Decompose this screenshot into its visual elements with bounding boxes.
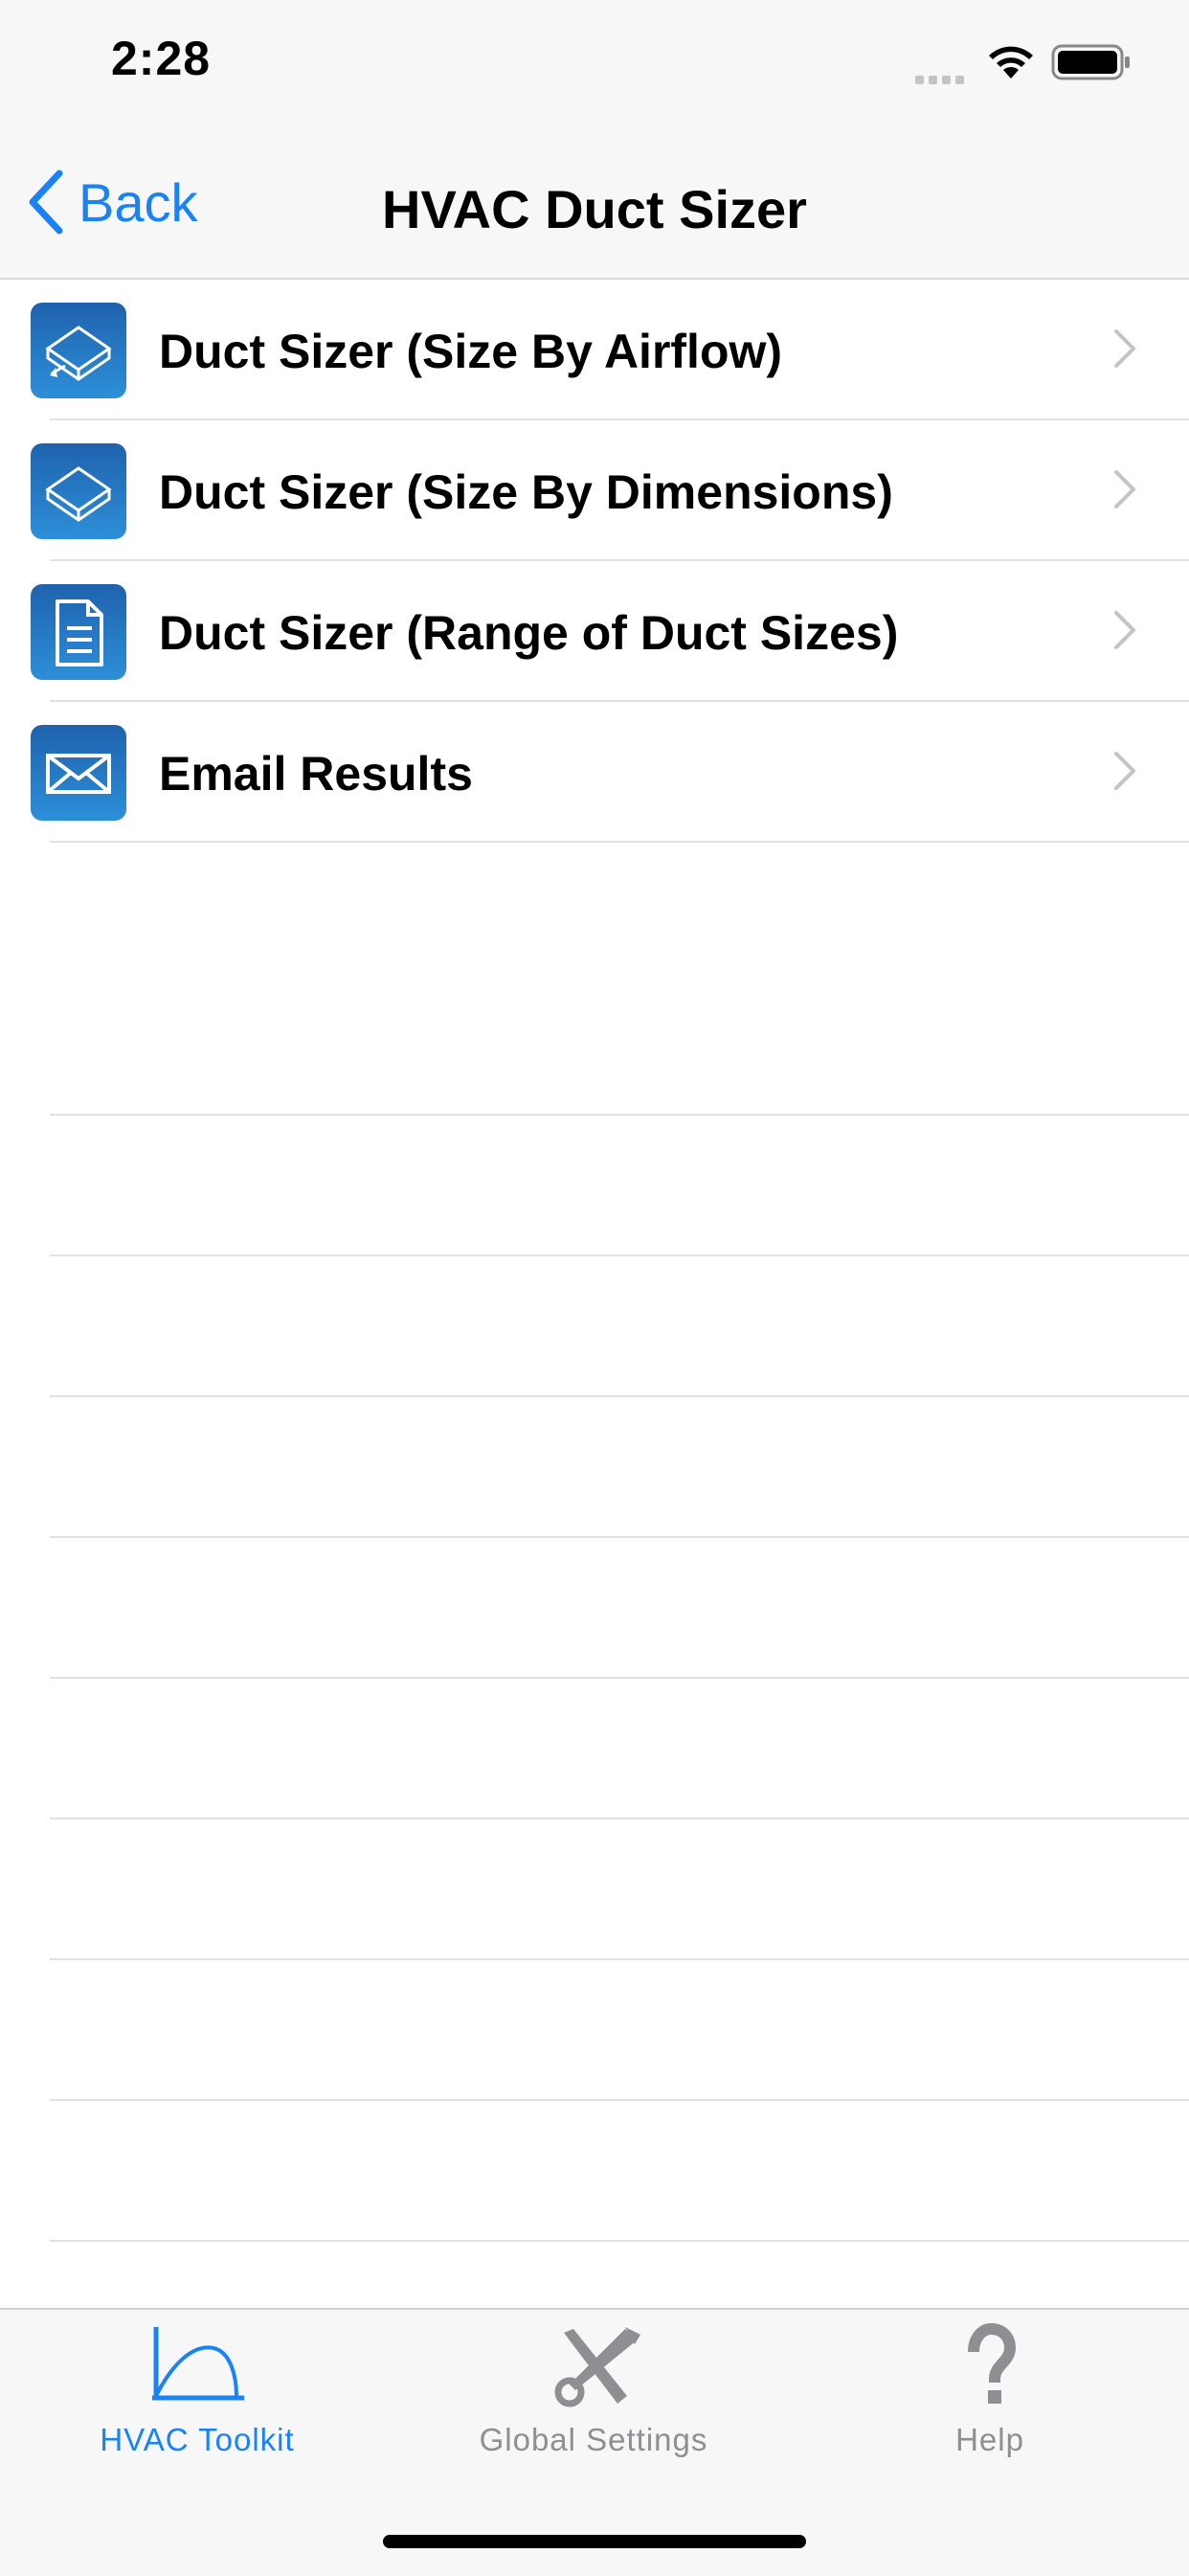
tab-label: Global Settings: [479, 2422, 708, 2457]
empty-row: [50, 1679, 1189, 1819]
tab-help[interactable]: Help: [846, 2322, 1133, 2458]
menu-item-label: Duct Sizer (Size By Dimensions): [159, 465, 893, 519]
envelope-icon: [31, 725, 126, 821]
duct-box-icon: [31, 443, 126, 539]
chevron-right-icon: [1114, 752, 1135, 790]
wifi-icon: [986, 42, 1036, 85]
tab-label: Help: [955, 2422, 1024, 2457]
tab-label: HVAC Toolkit: [100, 2422, 295, 2457]
empty-row: [50, 1819, 1189, 1960]
empty-row: [50, 2101, 1189, 2242]
cellular-signal-icon: [915, 67, 969, 84]
menu-item-range-of-duct-sizes[interactable]: Duct Sizer (Range of Duct Sizes): [31, 561, 1189, 702]
menu-item-size-by-airflow[interactable]: Duct Sizer (Size By Airflow): [31, 280, 1189, 420]
tab-global-settings[interactable]: Global Settings: [450, 2323, 737, 2458]
empty-row: [50, 975, 1189, 1116]
wrench-screwdriver-icon: [554, 2327, 640, 2407]
question-mark-icon: [968, 2322, 1017, 2404]
curve-chart-icon: [152, 2327, 244, 2401]
duct-box-icon: [31, 303, 126, 398]
status-bar: 2:28: [0, 0, 1189, 126]
status-time: 2:28: [111, 32, 212, 85]
menu-item-email-results[interactable]: Email Results: [31, 702, 1189, 843]
page-title: HVAC Duct Sizer: [382, 179, 807, 239]
chevron-right-icon: [1114, 470, 1135, 508]
empty-row: [50, 1116, 1189, 1256]
home-indicator[interactable]: [383, 2535, 806, 2548]
empty-row: [50, 1960, 1189, 2101]
menu-item-label: Duct Sizer (Size By Airflow): [159, 325, 783, 378]
chevron-right-icon: [1114, 611, 1135, 649]
tab-hvac-toolkit[interactable]: HVAC Toolkit: [54, 2323, 341, 2458]
empty-list-area: [50, 975, 1189, 2242]
navigation-bar: Back HVAC Duct Sizer: [0, 126, 1189, 280]
battery-icon: [1051, 44, 1132, 85]
menu-list: Duct Sizer (Size By Airflow) Duct Sizer …: [0, 280, 1189, 843]
menu-item-size-by-dimensions[interactable]: Duct Sizer (Size By Dimensions): [31, 420, 1189, 561]
empty-row: [50, 1256, 1189, 1397]
menu-item-label: Duct Sizer (Range of Duct Sizes): [159, 606, 899, 660]
document-icon: [31, 584, 126, 680]
empty-row: [50, 1538, 1189, 1679]
chevron-right-icon: [1114, 329, 1135, 368]
menu-item-label: Email Results: [159, 747, 473, 801]
empty-row: [50, 1397, 1189, 1538]
